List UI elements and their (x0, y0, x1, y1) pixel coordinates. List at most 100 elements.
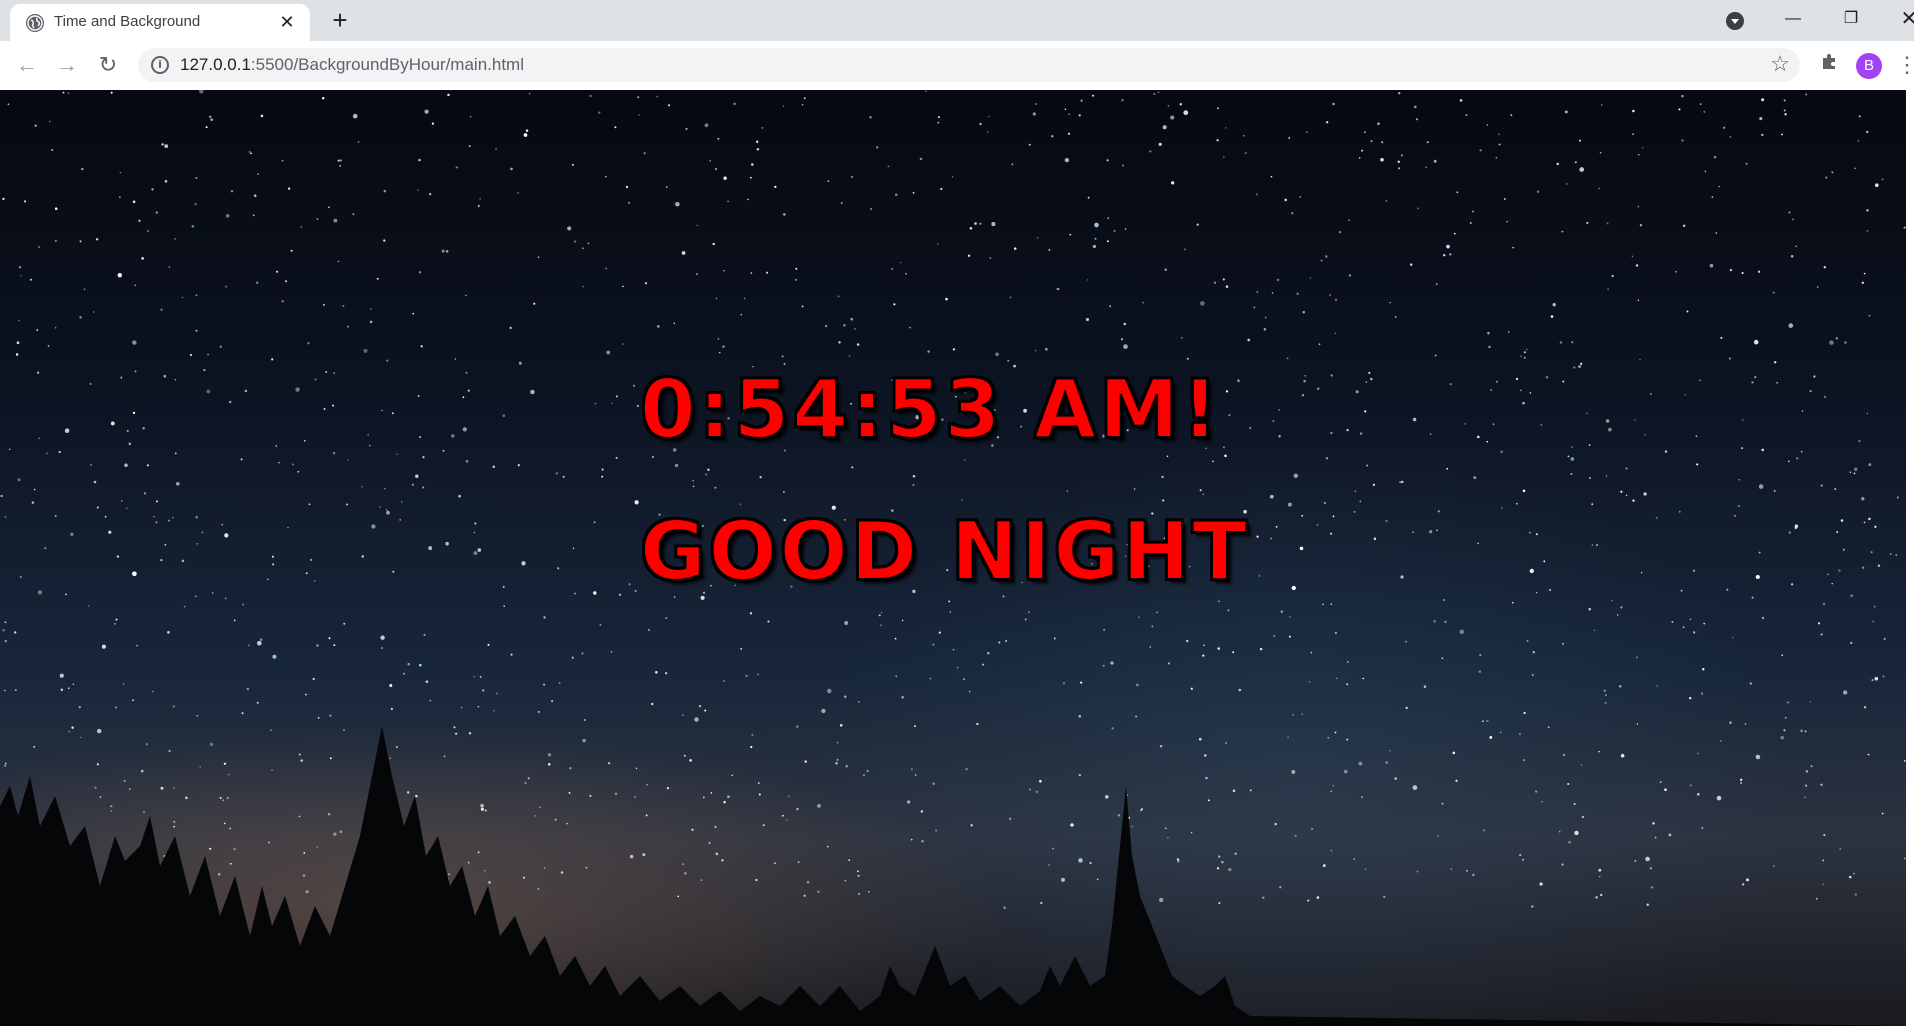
maximize-button[interactable]: ❐ (1828, 0, 1874, 38)
tab-search-icon[interactable] (1726, 12, 1744, 30)
star-dot (343, 622, 346, 625)
star-dot (1263, 328, 1267, 331)
star-dot (1532, 651, 1535, 654)
star-dot (1087, 196, 1090, 199)
star-dot (717, 337, 720, 340)
url-text[interactable]: 127.0.0.1:5500/BackgroundByHour/main.htm… (180, 55, 524, 75)
star-dot (948, 600, 951, 603)
star-dot (228, 400, 232, 404)
star-dot (537, 256, 540, 259)
forward-button[interactable]: → (52, 50, 82, 80)
star-dot (1417, 207, 1419, 210)
star-dot (756, 140, 759, 143)
star-dot (1545, 375, 1549, 379)
star-dot (1442, 598, 1446, 602)
star-dot (424, 109, 429, 114)
star-dot (256, 281, 259, 284)
star-dot (1865, 130, 1869, 134)
profile-avatar[interactable]: B (1856, 53, 1882, 79)
star-dot (16, 341, 20, 344)
star-dot (1861, 497, 1865, 501)
star-dot (901, 619, 904, 622)
star-dot (1380, 158, 1384, 162)
globe-icon (26, 14, 44, 32)
star-dot (894, 637, 897, 640)
star-dot (1306, 131, 1308, 133)
star-dot (801, 305, 804, 308)
star-dot (1715, 232, 1718, 234)
star-dot (1754, 375, 1757, 379)
star-dot (1433, 159, 1437, 163)
star-dot (18, 319, 20, 322)
star-dot (843, 324, 846, 327)
star-dot (887, 165, 890, 168)
star-dot (1863, 521, 1866, 524)
star-dot (1731, 636, 1734, 639)
star-dot (59, 673, 64, 678)
star-dot (332, 404, 335, 407)
star-dot (134, 370, 137, 373)
star-dot (967, 254, 971, 257)
star-dot (1681, 139, 1684, 142)
star-dot (1835, 337, 1838, 340)
star-dot (64, 428, 70, 434)
browser-menu-icon[interactable]: ⋮ (1896, 51, 1914, 79)
star-dot (648, 629, 650, 631)
reload-button[interactable]: ↻ (93, 50, 123, 80)
star-dot (1522, 401, 1526, 405)
star-dot (750, 176, 752, 179)
star-dot (1332, 102, 1335, 106)
star-dot (138, 219, 141, 223)
star-dot (503, 605, 506, 607)
star-dot (940, 187, 943, 191)
star-dot (1124, 228, 1127, 230)
star-dot (717, 137, 720, 140)
star-dot (189, 353, 193, 357)
star-dot (1381, 141, 1384, 144)
star-dot (183, 605, 186, 608)
star-dot (38, 246, 41, 248)
star-dot (1291, 212, 1294, 215)
new-tab-button[interactable]: + (326, 6, 354, 34)
bookmark-star-icon[interactable]: ☆ (1770, 51, 1790, 77)
star-dot (1291, 585, 1296, 591)
star-dot (278, 461, 280, 464)
star-dot (431, 122, 434, 125)
star-dot (1441, 657, 1444, 660)
back-button[interactable]: ← (12, 50, 42, 80)
star-dot (1634, 419, 1636, 421)
tab-close-icon[interactable]: ✕ (276, 11, 298, 33)
clock-time: 0:54:53 AM! (639, 362, 1222, 457)
star-dot (557, 567, 560, 570)
address-bar[interactable]: i 127.0.0.1:5500/BackgroundByHour/main.h… (138, 48, 1800, 82)
browser-tab[interactable]: Time and Background ✕ (10, 4, 310, 41)
star-dot (1053, 637, 1056, 640)
star-dot (1301, 393, 1305, 397)
star-dot (844, 621, 849, 625)
star-dot (1409, 263, 1413, 266)
star-dot (1567, 455, 1570, 458)
minimize-button[interactable]: — (1770, 0, 1816, 38)
star-dot (1253, 306, 1256, 309)
star-dot (407, 662, 410, 666)
star-dot (1123, 322, 1127, 326)
star-dot (1849, 471, 1852, 473)
star-dot (1773, 490, 1776, 492)
star-dot (1520, 389, 1522, 392)
site-info-icon[interactable]: i (151, 56, 169, 74)
star-dot (1436, 529, 1438, 532)
star-dot (257, 173, 259, 175)
star-dot (1259, 647, 1263, 651)
star-dot (1632, 133, 1634, 135)
star-dot (469, 115, 472, 118)
window-close-button[interactable]: ✕ (1886, 0, 1914, 38)
star-dot (1062, 682, 1066, 685)
extensions-puzzle-icon[interactable] (1816, 51, 1844, 79)
star-dot (1543, 560, 1546, 563)
star-dot (1156, 611, 1158, 614)
star-dot (543, 616, 546, 619)
star-dot (1784, 113, 1787, 116)
star-dot (1222, 278, 1225, 281)
star-dot (1853, 472, 1856, 475)
star-dot (468, 145, 471, 147)
